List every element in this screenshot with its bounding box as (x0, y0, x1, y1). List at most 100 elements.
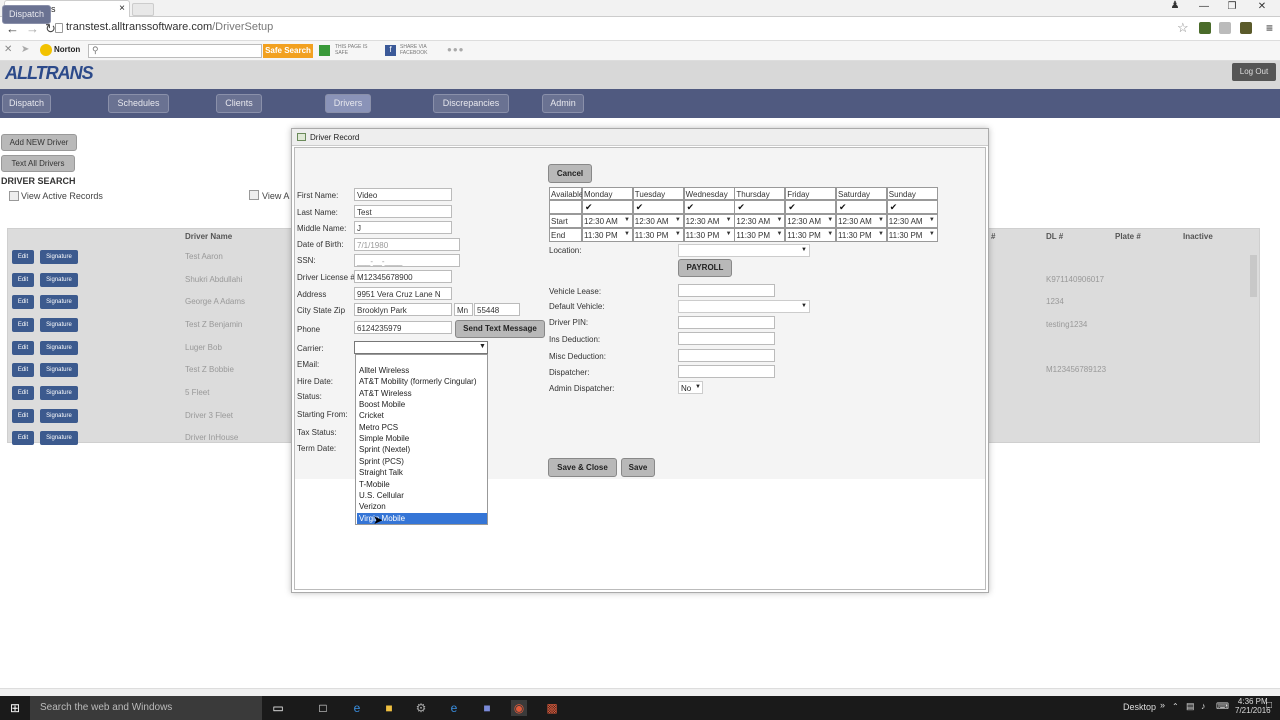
ssn-input[interactable]: ___-__-____ (354, 254, 460, 267)
edit-button[interactable]: Edit (12, 409, 34, 423)
end-time-select[interactable]: 11:30 PM ▼ (734, 228, 786, 242)
start-time-select[interactable]: 12:30 AM ▼ (836, 214, 887, 228)
edit-button[interactable]: Edit (12, 341, 34, 355)
logout-button[interactable]: Log Out (1232, 63, 1276, 81)
time-dropdown-arrow-icon[interactable]: ▼ (726, 231, 732, 237)
windows-start-icon[interactable]: ⊞ (7, 700, 23, 716)
last-name-input[interactable]: Test (354, 205, 452, 218)
time-dropdown-arrow-icon[interactable]: ▼ (776, 231, 782, 237)
share-facebook-label[interactable]: SHARE VIA FACEBOOK (400, 44, 442, 56)
keyboard-icon[interactable]: ⌨ (1216, 701, 1229, 712)
tab-close-icon[interactable]: × (119, 3, 125, 14)
carrier-option[interactable]: Straight Talk (357, 467, 487, 478)
edge-icon[interactable]: e (349, 700, 365, 716)
time-dropdown-arrow-icon[interactable]: ▼ (624, 231, 630, 237)
ie-icon[interactable]: e (446, 700, 462, 716)
zip-input[interactable]: 55448 (474, 303, 520, 316)
carrier-option[interactable]: Sprint (Nextel) (357, 444, 487, 455)
signature-button[interactable]: Signature (40, 295, 78, 309)
text-all-drivers-button[interactable]: Text All Drivers (1, 155, 75, 172)
carrier-option[interactable]: AT&T Mobility (formerly Cingular) (357, 376, 487, 387)
state-input[interactable]: Mn (454, 303, 473, 316)
app-icon[interactable]: ⚙ (413, 700, 429, 716)
carrier-option[interactable]: Boost Mobile (357, 399, 487, 410)
col-dl[interactable]: DL # (1046, 232, 1063, 241)
more-options-icon[interactable]: ●●● (447, 45, 465, 54)
time-dropdown-arrow-icon[interactable]: ▼ (827, 231, 833, 237)
nav-clients[interactable]: Clients (216, 94, 262, 113)
default-vehicle-select[interactable] (678, 300, 810, 313)
network-icon[interactable]: ▤ (1186, 701, 1195, 712)
col-driver-name[interactable]: Driver Name (185, 232, 232, 241)
carrier-option[interactable]: Sprint (PCS) (357, 456, 487, 467)
carrier-select[interactable] (354, 341, 488, 354)
start-time-select[interactable]: 12:30 AM ▼ (582, 214, 633, 228)
day-available-checkbox[interactable]: ✔ (687, 203, 696, 212)
menu-icon[interactable]: ≡ (1266, 21, 1273, 35)
norton-search-input[interactable] (88, 44, 262, 58)
minimize-icon[interactable]: — (1192, 1, 1216, 15)
url-field[interactable]: transtest.alltranssoftware.com/DriverSet… (66, 21, 1196, 37)
carrier-dropdown-arrow-icon[interactable]: ▼ (479, 343, 486, 350)
edit-button[interactable]: Edit (12, 318, 34, 332)
cancel-button[interactable]: Cancel (548, 164, 592, 183)
nav-discrepancies[interactable]: Discrepancies (433, 94, 509, 113)
carrier-option[interactable]: Cricket (357, 410, 487, 421)
chrome-icon[interactable]: ◉ (511, 700, 527, 716)
day-available-checkbox[interactable]: ✔ (737, 203, 746, 212)
end-time-select[interactable]: 11:30 PM ▼ (836, 228, 887, 242)
volume-icon[interactable]: ♪ (1201, 701, 1206, 711)
misc-deduction-input[interactable] (678, 349, 775, 362)
grid-scrollbar[interactable] (1250, 255, 1257, 297)
vehicle-lease-input[interactable] (678, 284, 775, 297)
facebook-icon[interactable]: f (385, 45, 396, 56)
edit-button[interactable]: Edit (12, 273, 34, 287)
window-close-icon[interactable]: ✕ (1250, 1, 1274, 15)
day-available-checkbox[interactable]: ✔ (788, 203, 797, 212)
safe-search-button[interactable]: Safe Search (263, 44, 313, 58)
tray-up-icon[interactable]: ⌃ (1172, 702, 1179, 711)
admin-dispatcher-arrow-icon[interactable]: ▼ (695, 384, 701, 390)
end-time-select[interactable]: 11:30 PM ▼ (886, 228, 938, 242)
nav-schedules[interactable]: Schedules (108, 94, 169, 113)
carrier-option[interactable]: Alltel Wireless (357, 365, 487, 376)
send-text-message-button[interactable]: Send Text Message (455, 320, 545, 338)
add-new-driver-button[interactable]: Add NEW Driver (1, 134, 77, 151)
carrier-option[interactable]: T-Mobile (357, 479, 487, 490)
dialog-title[interactable]: Driver Record (292, 129, 988, 146)
time-dropdown-arrow-icon[interactable]: ▼ (624, 217, 630, 223)
default-vehicle-dropdown-arrow-icon[interactable]: ▼ (801, 303, 807, 309)
signature-button[interactable]: Signature (40, 273, 78, 287)
location-dropdown-arrow-icon[interactable]: ▼ (801, 247, 807, 253)
taskbar-search-input[interactable]: Search the web and Windows (30, 696, 262, 720)
carrier-option[interactable]: Metro PCS (357, 422, 487, 433)
city-input[interactable]: Brooklyn Park (354, 303, 452, 316)
day-available-checkbox[interactable]: ✔ (839, 203, 848, 212)
day-available-checkbox[interactable]: ✔ (585, 203, 594, 212)
dispatcher-input[interactable] (678, 365, 775, 378)
nav-dispatch[interactable]: Dispatch (2, 5, 51, 24)
media-icon[interactable]: ■ (479, 700, 495, 716)
signature-button[interactable]: Signature (40, 341, 78, 355)
horizontal-scrollbar[interactable] (0, 688, 1280, 696)
time-dropdown-arrow-icon[interactable]: ▼ (878, 217, 884, 223)
end-time-select[interactable]: 11:30 PM ▼ (582, 228, 633, 242)
time-dropdown-arrow-icon[interactable]: ▼ (878, 231, 884, 237)
extension-shield-icon[interactable] (1240, 22, 1252, 34)
carrier-option[interactable]: AT&T Wireless (357, 388, 487, 399)
address-input[interactable]: 9951 Vera Cruz Lane N (354, 287, 452, 300)
edit-button[interactable]: Edit (12, 295, 34, 309)
restore-icon[interactable]: ❐ (1220, 1, 1244, 15)
toolbar-arrow-icon[interactable]: ➤ (21, 44, 29, 55)
first-name-input[interactable]: Video (354, 188, 452, 201)
dob-input[interactable]: 7/1/1980 (354, 238, 460, 251)
time-dropdown-arrow-icon[interactable]: ▼ (675, 231, 681, 237)
user-profile-icon[interactable]: ♟ (1163, 0, 1187, 14)
time-dropdown-arrow-icon[interactable]: ▼ (675, 217, 681, 223)
day-available-checkbox[interactable]: ✔ (636, 203, 645, 212)
payroll-button[interactable]: PAYROLL (678, 259, 732, 277)
view-active-checkbox[interactable] (9, 191, 19, 201)
time-dropdown-arrow-icon[interactable]: ▼ (929, 231, 935, 237)
driver-pin-input[interactable] (678, 316, 775, 329)
toolbar-close-icon[interactable]: ✕ (4, 44, 12, 55)
